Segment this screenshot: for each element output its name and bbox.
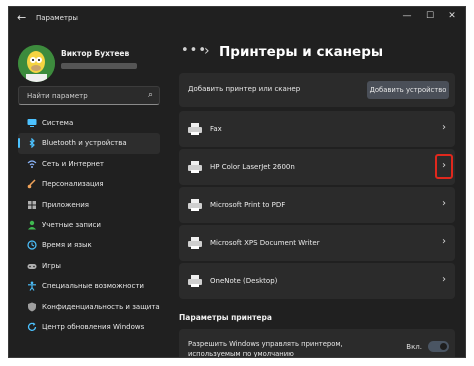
sidebar-item-label: Учетные записи — [42, 220, 101, 229]
sidebar-item-time-language[interactable]: Время и язык — [18, 235, 160, 255]
printer-name: Microsoft XPS Document Writer — [210, 239, 320, 247]
chevron-right-icon: › — [204, 43, 210, 59]
avatar-character-image — [18, 45, 55, 82]
apps-icon — [27, 200, 37, 210]
minimize-icon[interactable]: — — [400, 11, 414, 21]
printer-name: OneNote (Desktop) — [210, 277, 278, 285]
search-placeholder: Найти параметр — [27, 92, 88, 100]
sidebar-item-personalization[interactable]: Персонализация — [18, 174, 160, 194]
sidebar-item-network[interactable]: Сеть и Интернет — [18, 154, 160, 174]
toggle-state-label: Вкл. — [406, 343, 422, 351]
search-icon: ⌕ — [147, 90, 153, 100]
printer-row-hp-color-laserjet[interactable]: HP Color LaserJet 2600n › — [179, 149, 455, 185]
chevron-right-icon[interactable]: › — [440, 198, 448, 209]
sidebar-item-label: Система — [42, 119, 74, 127]
chevron-right-icon[interactable]: › — [440, 274, 448, 285]
default-printer-line1: Разрешить Windows управлять принтером, — [188, 340, 343, 348]
user-name: Виктор Бухтеев — [61, 49, 130, 58]
printer-row-microsoft-xps[interactable]: Microsoft XPS Document Writer › — [179, 225, 455, 261]
printer-name: HP Color LaserJet 2600n — [210, 163, 295, 171]
printer-icon — [188, 237, 202, 249]
user-email-redacted — [61, 63, 137, 69]
search-input[interactable]: Найти параметр ⌕ — [18, 86, 160, 105]
printer-icon — [188, 275, 202, 287]
accessibility-icon — [27, 281, 37, 291]
close-icon[interactable]: ✕ — [445, 11, 459, 21]
bluetooth-icon — [27, 137, 37, 149]
default-printer-line2: используемым по умолчанию — [188, 350, 294, 358]
printer-row-microsoft-print-to-pdf[interactable]: Microsoft Print to PDF › — [179, 187, 455, 223]
printer-row-fax[interactable]: Fax › — [179, 111, 455, 147]
gamepad-icon — [27, 261, 37, 271]
sidebar-item-label: Bluetooth и устройства — [42, 139, 127, 148]
monitor-icon — [27, 118, 37, 128]
printer-name: Microsoft Print to PDF — [210, 201, 286, 209]
maximize-icon[interactable]: ☐ — [423, 11, 437, 21]
sidebar-item-windows-update[interactable]: Центр обновления Windows — [18, 317, 160, 337]
clock-globe-icon — [27, 240, 37, 250]
printer-icon — [188, 199, 202, 211]
sidebar-item-accessibility[interactable]: Специальные возможности — [18, 276, 160, 296]
section-header-printer-prefs: Параметры принтера — [179, 313, 272, 322]
printer-row-onenote[interactable]: OneNote (Desktop) › — [179, 263, 455, 299]
sidebar-nav: Система Bluetooth и устройства Сеть и Ин… — [18, 113, 160, 337]
sidebar-item-system[interactable]: Система — [18, 113, 160, 133]
sidebar-item-label: Время и язык — [42, 241, 92, 250]
sidebar-item-bluetooth[interactable]: Bluetooth и устройства — [18, 133, 160, 154]
sidebar-item-label: Специальные возможности — [42, 282, 144, 291]
printer-icon — [188, 123, 202, 135]
toggle-knob — [440, 343, 447, 350]
brush-icon — [27, 179, 37, 189]
add-printer-label: Добавить принтер или сканер — [188, 85, 301, 93]
sidebar-item-accounts[interactable]: Учетные записи — [18, 215, 160, 235]
add-printer-row: Добавить принтер или сканер Добавить уст… — [179, 73, 455, 107]
shield-icon — [27, 302, 37, 312]
back-arrow-icon[interactable]: ← — [17, 11, 26, 24]
settings-window: ← Параметры — ☐ ✕ Виктор Бухтеев Найти п… — [8, 6, 466, 358]
chevron-right-icon[interactable]: › — [440, 236, 448, 247]
sidebar-item-label: Приложения — [42, 200, 89, 209]
default-printer-row: Разрешить Windows управлять принтером, и… — [179, 329, 455, 358]
avatar[interactable] — [18, 45, 55, 82]
printer-name: Fax — [210, 125, 222, 133]
title-bar: ← Параметры — ☐ ✕ — [9, 7, 465, 31]
sidebar-item-label: Сеть и Интернет — [42, 159, 104, 168]
sidebar-item-label: Конфиденциальность и защита — [42, 302, 160, 311]
page-title: Принтеры и сканеры — [219, 44, 384, 60]
chevron-right-icon[interactable]: › — [440, 122, 448, 133]
sidebar-item-label: Персонализация — [42, 180, 104, 189]
sidebar-item-label: Центр обновления Windows — [42, 322, 145, 331]
default-printer-toggle[interactable] — [428, 341, 449, 352]
person-icon — [27, 220, 37, 230]
default-printer-description: Разрешить Windows управлять принтером, и… — [188, 339, 343, 358]
add-device-button[interactable]: Добавить устройство — [367, 81, 449, 99]
chevron-right-icon[interactable]: › — [440, 160, 448, 171]
sidebar-item-apps[interactable]: Приложения — [18, 195, 160, 215]
app-title: Параметры — [36, 14, 78, 22]
network-icon — [27, 159, 37, 169]
sidebar-item-gaming[interactable]: Игры — [18, 256, 160, 276]
sidebar-item-privacy[interactable]: Конфиденциальность и защита — [18, 297, 160, 317]
printer-icon — [188, 161, 202, 173]
sidebar-item-label: Игры — [42, 261, 61, 270]
refresh-icon — [27, 322, 37, 332]
